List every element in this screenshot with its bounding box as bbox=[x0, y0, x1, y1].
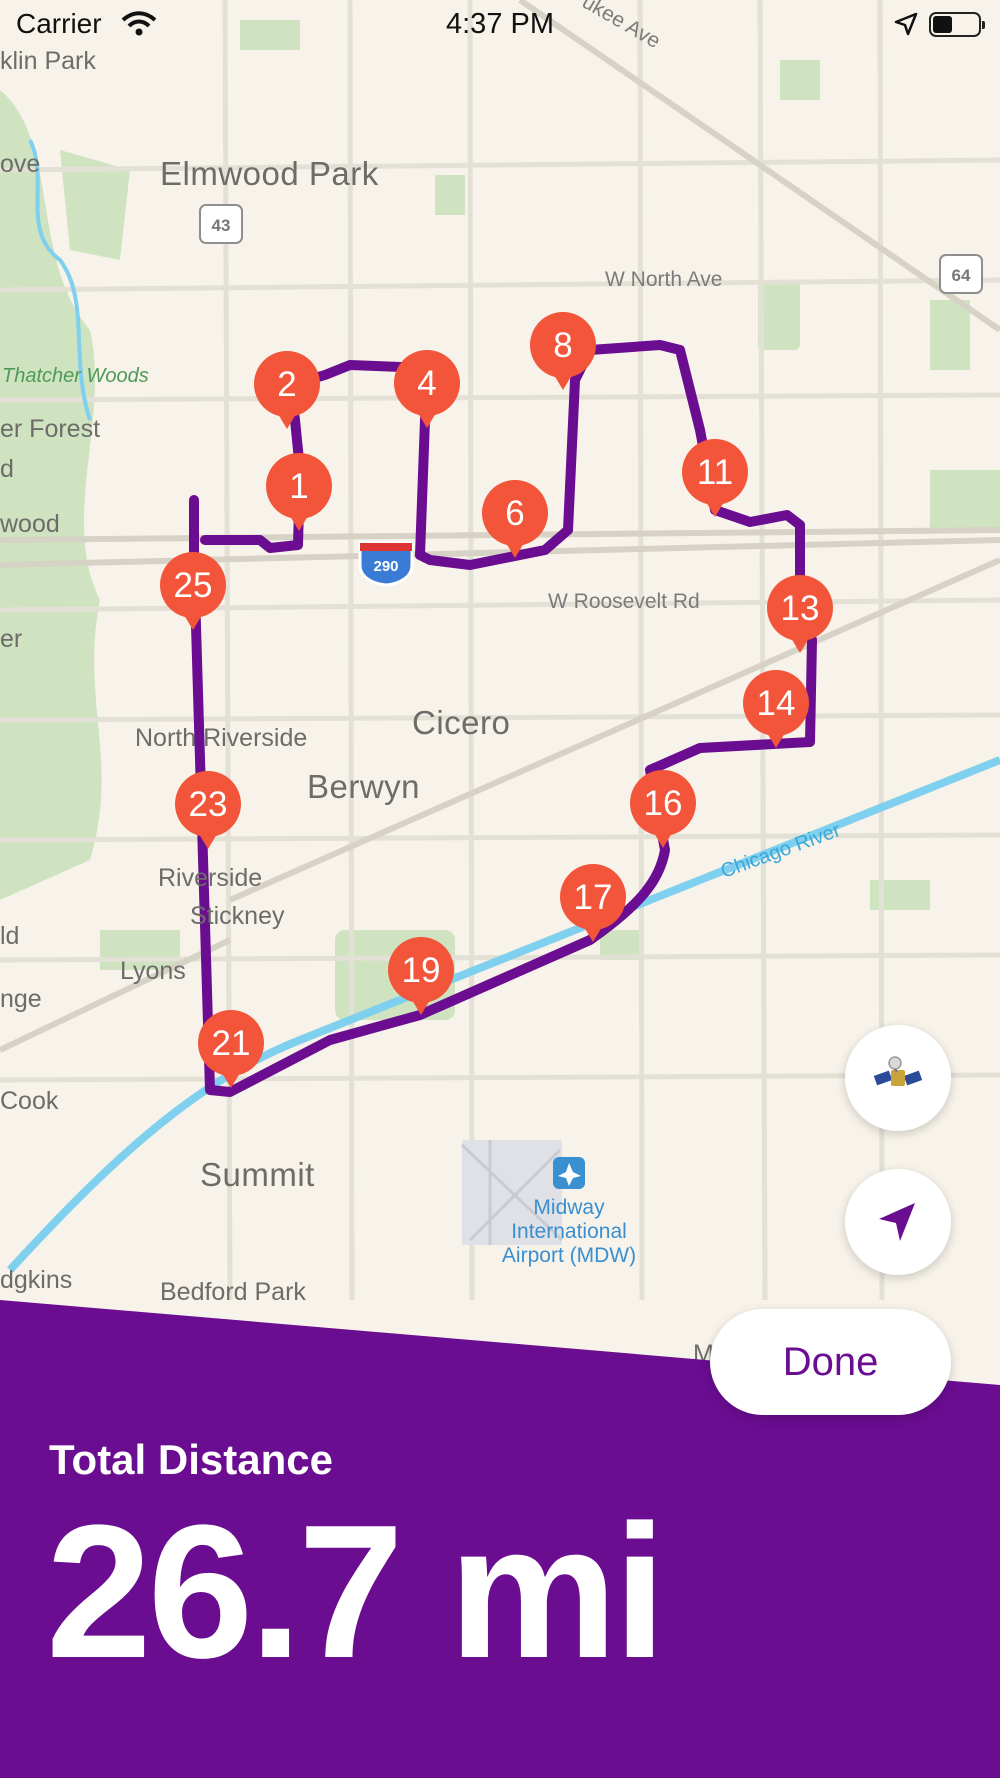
location-arrow-icon bbox=[879, 1203, 915, 1241]
svg-text:290: 290 bbox=[373, 558, 398, 575]
interstate-shield-290: 290 bbox=[358, 541, 414, 587]
waypoint-pin-label: 16 bbox=[644, 784, 683, 823]
place-label: klin Park bbox=[0, 47, 96, 75]
svg-text:64: 64 bbox=[952, 266, 971, 285]
place-label-summit: Summit bbox=[200, 1156, 315, 1193]
total-distance-value: 26.7 mi bbox=[46, 1486, 666, 1698]
status-bar: Carrier 4:37 PM bbox=[0, 0, 1000, 50]
place-label-north-riverside: North Riverside bbox=[135, 724, 308, 752]
location-services-icon bbox=[894, 12, 918, 36]
place-label: nge bbox=[0, 985, 42, 1013]
place-label: er Forest bbox=[0, 415, 101, 443]
place-label: ove bbox=[0, 150, 41, 178]
place-label-lyons: Lyons bbox=[120, 957, 186, 985]
waypoint-pin-label: 13 bbox=[781, 589, 820, 628]
waypoint-pin-label: 23 bbox=[189, 785, 228, 824]
place-label-riverside: Riverside bbox=[158, 864, 263, 892]
place-label-cicero: Cicero bbox=[412, 704, 511, 741]
place-label: Cook bbox=[0, 1087, 59, 1115]
satellite-view-button[interactable] bbox=[845, 1025, 951, 1131]
route-shield-64: 64 bbox=[939, 254, 983, 294]
waypoint-pin-label: 8 bbox=[553, 326, 572, 365]
place-label-stickney: Stickney bbox=[190, 902, 285, 930]
waypoint-pin-label: 4 bbox=[417, 364, 436, 403]
road-label-north-ave: W North Ave bbox=[605, 268, 723, 291]
total-distance-label: Total Distance bbox=[49, 1436, 333, 1483]
waypoint-pin-label: 6 bbox=[505, 494, 524, 533]
place-label: wood bbox=[0, 510, 60, 538]
place-label: ld bbox=[0, 922, 20, 950]
waypoint-pin-label: 1 bbox=[289, 467, 308, 506]
waypoint-pin-label: 11 bbox=[697, 453, 733, 492]
park-label-thatcher-woods: Thatcher Woods bbox=[2, 365, 149, 387]
place-label-berwyn: Berwyn bbox=[307, 768, 421, 805]
waypoint-pin-label: 17 bbox=[574, 878, 613, 917]
satellite-icon bbox=[873, 1056, 923, 1086]
done-button[interactable]: Done bbox=[710, 1309, 951, 1415]
place-label: d bbox=[0, 455, 14, 483]
route-shield-43: 43 bbox=[199, 204, 243, 244]
current-location-button[interactable] bbox=[845, 1169, 951, 1275]
waypoint-pin-label: 21 bbox=[212, 1024, 251, 1063]
road-label-roosevelt-rd: W Roosevelt Rd bbox=[548, 590, 700, 613]
place-label: er bbox=[0, 625, 23, 653]
waypoint-pin-label: 2 bbox=[277, 365, 296, 404]
place-label-elmwood-park: Elmwood Park bbox=[160, 155, 379, 192]
airport-label-midway: Midway International Airport (MDW) bbox=[501, 1196, 637, 1267]
waypoint-pin-label: 14 bbox=[757, 684, 796, 723]
waypoint-pin-label: 19 bbox=[402, 951, 441, 990]
clock-label: 4:37 PM bbox=[446, 8, 554, 40]
waypoint-pin-label: 25 bbox=[174, 566, 213, 605]
svg-text:43: 43 bbox=[212, 216, 231, 235]
battery-icon bbox=[929, 12, 985, 37]
